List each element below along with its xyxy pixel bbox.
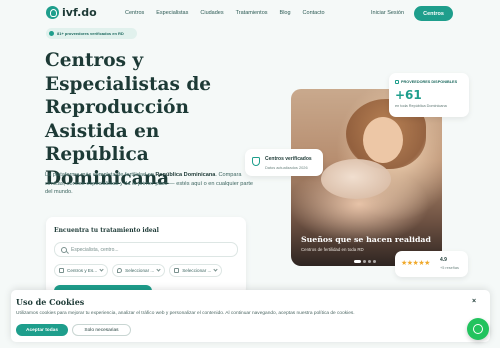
photo-title: Sueños que se hacen realidad xyxy=(301,235,431,244)
verified-title: Centros verificados xyxy=(265,156,312,162)
hero-description: La plataforma más completa de fertilidad… xyxy=(45,171,253,197)
search-card-title: Encuentra tu tratamiento ideal xyxy=(54,227,159,234)
carousel-dot-active[interactable] xyxy=(354,260,361,263)
providers-card: PROVEEDORES DISPONIBLES +61 en toda Repú… xyxy=(389,73,469,117)
review-count: +5 reseñas xyxy=(440,266,459,270)
nav-link-especialistas[interactable]: Especialistas xyxy=(156,10,188,16)
nav-link-ciudades[interactable]: Ciudades xyxy=(200,10,223,16)
location-pin-icon xyxy=(117,268,123,273)
verified-centers-card: Centros verificados Datos actualizados 2… xyxy=(245,149,323,176)
location-value: Seleccionar ... xyxy=(125,268,155,273)
search-icon xyxy=(61,246,67,253)
whatsapp-chat-icon[interactable] xyxy=(467,318,489,340)
close-icon[interactable]: × xyxy=(472,298,476,305)
logo[interactable]: ivf.do xyxy=(46,6,97,19)
accept-all-button[interactable]: Aceptar todas xyxy=(16,324,68,336)
nav-links: Centros Especialistas Ciudades Tratamien… xyxy=(125,10,337,16)
carousel-dot[interactable] xyxy=(368,260,371,263)
search-filters: Centros y Es... Seleccionar ... Seleccio… xyxy=(54,264,223,277)
verified-sub: Datos actualizados 2026 xyxy=(265,165,308,170)
providers-count: +61 xyxy=(395,88,422,102)
provider-type-select[interactable]: Centros y Es... xyxy=(54,264,109,277)
navbar: ivf.do Centros Especialistas Ciudades Tr… xyxy=(0,0,500,27)
hero-desc-bold: República Dominicana xyxy=(155,172,216,178)
cookie-banner: Uso de Cookies Utilizamos cookies para m… xyxy=(11,290,490,342)
search-input[interactable]: Especialista, centro... xyxy=(54,242,238,257)
logo-text: ivf.do xyxy=(62,6,97,19)
star-rating-icon: ★★★★★ xyxy=(401,260,430,267)
building-icon xyxy=(59,268,64,273)
carousel-dot[interactable] xyxy=(363,260,366,263)
badge-dot-icon xyxy=(49,31,54,36)
page-title: Centros y Especialistas de Reproducción … xyxy=(45,50,212,189)
photo-face xyxy=(363,117,403,163)
carousel-dots xyxy=(354,260,376,263)
treatment-select[interactable]: Seleccionar ... xyxy=(169,264,223,277)
hero-desc-prefix: La plataforma más completa de fertilidad… xyxy=(45,172,156,178)
chevron-down-icon xyxy=(156,267,161,272)
logo-icon xyxy=(46,6,59,19)
carousel-dot[interactable] xyxy=(373,260,376,263)
rating-card: ★★★★★ 4.9 +5 reseñas xyxy=(395,251,468,277)
verified-providers-badge: 81+ proveedores verificados en RD xyxy=(46,28,137,39)
cookie-text: Utilizamos cookies para mejorar tu exper… xyxy=(16,311,355,316)
location-select[interactable]: Seleccionar ... xyxy=(112,264,166,277)
providers-label: PROVEEDORES DISPONIBLES xyxy=(395,80,457,84)
necessary-only-button[interactable]: Solo necesarias xyxy=(72,324,131,336)
rating-value: 4.9 xyxy=(440,257,447,263)
badge-text: 81+ proveedores verificados en RD xyxy=(57,31,124,36)
building-icon xyxy=(395,80,399,84)
login-link[interactable]: Iniciar Sesión xyxy=(371,10,404,16)
nav-link-centros[interactable]: Centros xyxy=(125,10,144,16)
chevron-down-icon xyxy=(99,267,104,272)
treatment-value: Seleccionar ... xyxy=(182,268,212,273)
providers-sub: en toda República Dominicana xyxy=(395,104,447,108)
search-placeholder: Especialista, centro... xyxy=(71,246,119,253)
chevron-down-icon xyxy=(213,267,218,272)
providers-label-text: PROVEEDORES DISPONIBLES xyxy=(401,80,458,84)
search-card: Encuentra tu tratamiento ideal Especiali… xyxy=(46,217,246,295)
photo-baby xyxy=(321,159,391,199)
nav-link-contacto[interactable]: Contacto xyxy=(303,10,325,16)
photo-subtitle: Centros de fertilidad en toda RD xyxy=(301,247,364,252)
centros-button[interactable]: Centros xyxy=(414,6,453,21)
provider-type-value: Centros y Es... xyxy=(67,268,98,273)
cookie-title: Uso de Cookies xyxy=(16,297,85,307)
nav-link-tratamientos[interactable]: Tratamientos xyxy=(236,10,268,16)
nav-link-blog[interactable]: Blog xyxy=(280,10,291,16)
treatment-icon xyxy=(174,268,180,273)
shield-icon xyxy=(252,157,260,166)
